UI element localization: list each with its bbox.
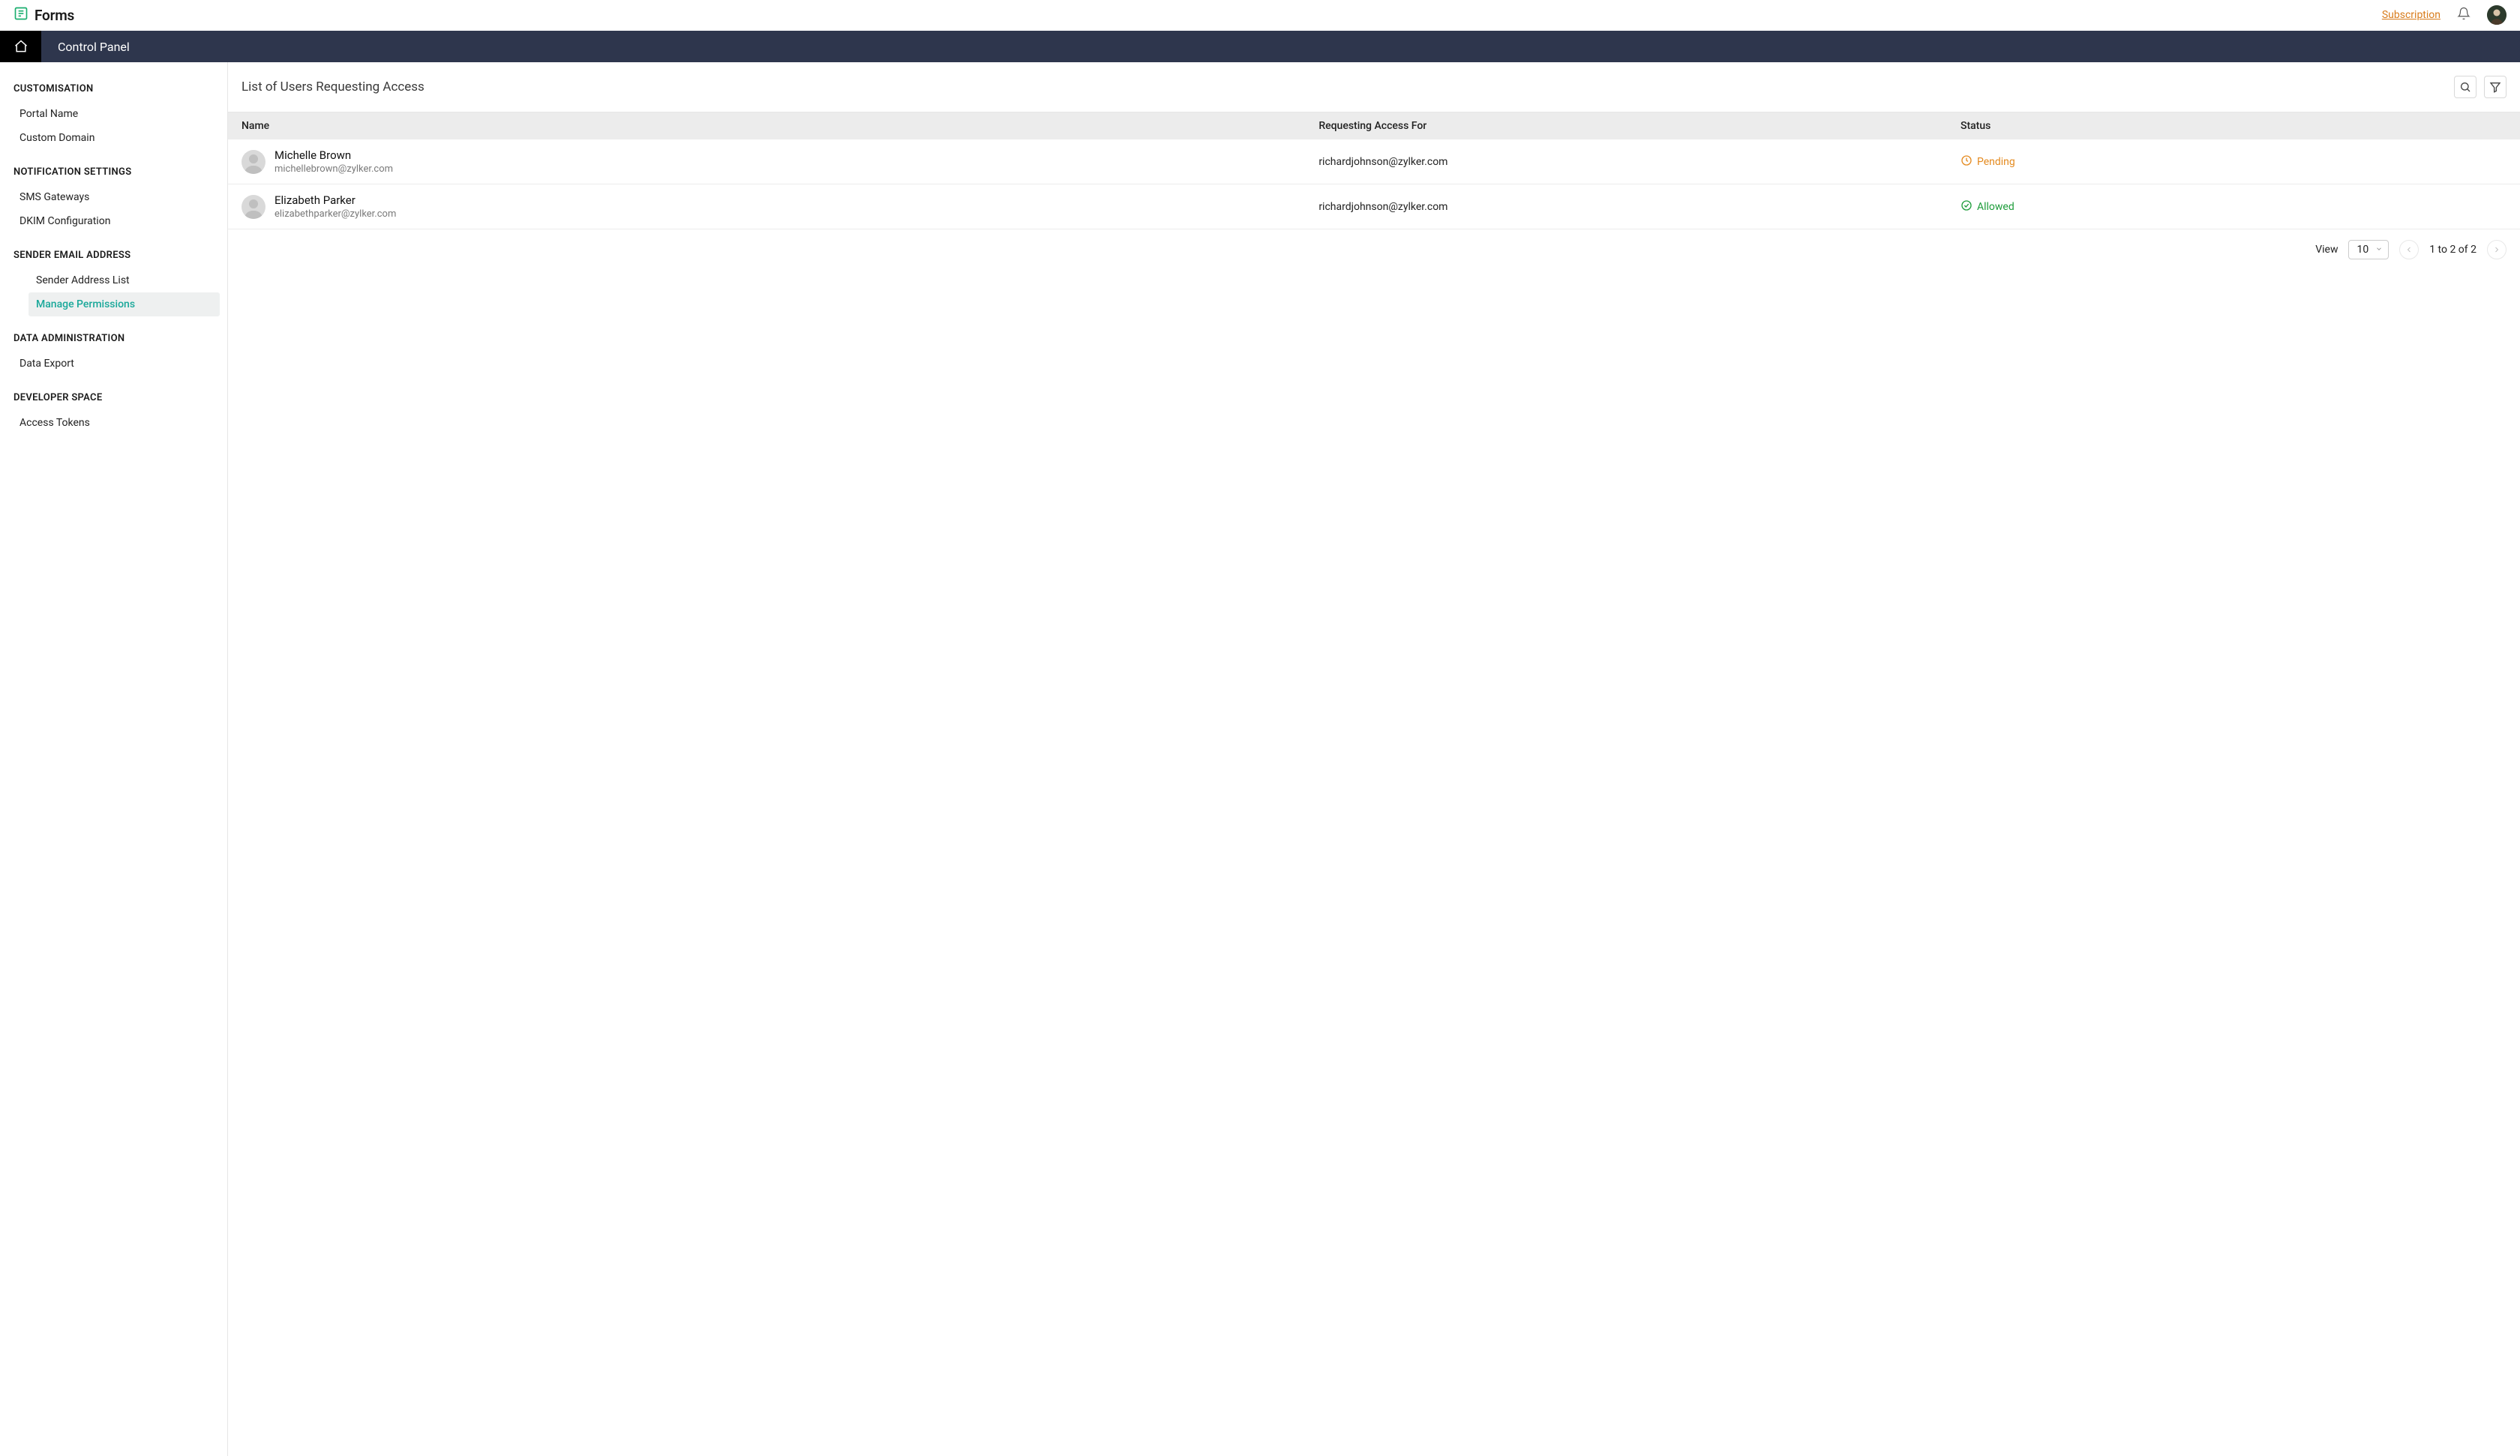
filter-button[interactable] bbox=[2484, 76, 2506, 98]
check-circle-icon bbox=[1960, 199, 1972, 214]
clock-icon bbox=[1960, 154, 1972, 169]
requesting-email: richardjohnson@zylker.com bbox=[1305, 139, 1947, 184]
page-size-value: 10 bbox=[2356, 244, 2368, 256]
table-row[interactable]: Elizabeth Parkerelizabethparker@zylker.c… bbox=[228, 184, 2520, 229]
user-avatar-icon bbox=[242, 150, 266, 174]
topbar: Forms Subscription bbox=[0, 0, 2520, 31]
header-bar: Control Panel bbox=[0, 31, 2520, 62]
section-title: SENDER EMAIL ADDRESS bbox=[0, 244, 227, 268]
search-button[interactable] bbox=[2454, 76, 2476, 98]
section-title: NOTIFICATION SETTINGS bbox=[0, 160, 227, 185]
requesting-email: richardjohnson@zylker.com bbox=[1305, 184, 1947, 229]
user-email: michellebrown@zylker.com bbox=[274, 163, 393, 175]
prev-page-button[interactable] bbox=[2399, 240, 2419, 259]
column-name: Name bbox=[228, 112, 1305, 139]
user-email: elizabethparker@zylker.com bbox=[274, 208, 396, 220]
home-button[interactable] bbox=[0, 31, 41, 62]
header-title: Control Panel bbox=[41, 31, 130, 62]
header-actions bbox=[2454, 76, 2506, 98]
user-avatar[interactable] bbox=[2487, 5, 2506, 25]
main: List of Users Requesting Access Name Req… bbox=[228, 62, 2520, 1456]
sidebar-item[interactable]: Manage Permissions bbox=[28, 292, 220, 316]
section-title: DEVELOPER SPACE bbox=[0, 386, 227, 411]
status-text: Pending bbox=[1977, 156, 2015, 168]
page-range: 1 to 2 of 2 bbox=[2429, 244, 2476, 256]
view-label: View bbox=[2315, 244, 2338, 256]
sidebar: CUSTOMISATIONPortal NameCustom Domain NOT… bbox=[0, 62, 228, 1456]
sidebar-item[interactable]: Custom Domain bbox=[0, 126, 227, 150]
column-status: Status bbox=[1947, 112, 2520, 139]
user-name: Elizabeth Parker bbox=[274, 193, 396, 207]
sidebar-item[interactable]: Sender Address List bbox=[0, 268, 227, 292]
main-header: List of Users Requesting Access bbox=[228, 62, 2520, 112]
page-title: List of Users Requesting Access bbox=[242, 79, 424, 94]
sidebar-item[interactable]: Portal Name bbox=[0, 102, 227, 126]
status-badge: Pending bbox=[1960, 154, 2506, 169]
table-footer: View 10 1 to 2 of 2 bbox=[228, 229, 2520, 270]
sidebar-item[interactable]: Data Export bbox=[0, 352, 227, 376]
forms-logo-icon bbox=[14, 6, 28, 24]
brand-name: Forms bbox=[34, 7, 74, 24]
column-requesting: Requesting Access For bbox=[1305, 112, 1947, 139]
status-text: Allowed bbox=[1977, 201, 2014, 213]
next-page-button[interactable] bbox=[2487, 240, 2506, 259]
user-name: Michelle Brown bbox=[274, 148, 393, 162]
section-title: CUSTOMISATION bbox=[0, 77, 227, 102]
section-title: DATA ADMINISTRATION bbox=[0, 327, 227, 352]
status-badge: Allowed bbox=[1960, 199, 2506, 214]
brand: Forms bbox=[14, 6, 74, 24]
page-size-select[interactable]: 10 bbox=[2348, 240, 2389, 259]
subscription-link[interactable]: Subscription bbox=[2382, 9, 2440, 21]
sidebar-item[interactable]: SMS Gateways bbox=[0, 185, 227, 209]
topbar-right: Subscription bbox=[2382, 5, 2506, 25]
table-row[interactable]: Michelle Brownmichellebrown@zylker.com ri… bbox=[228, 139, 2520, 184]
bell-icon[interactable] bbox=[2457, 7, 2470, 23]
sidebar-item[interactable]: Access Tokens bbox=[0, 411, 227, 435]
users-table: Name Requesting Access For Status Michel… bbox=[228, 112, 2520, 229]
sidebar-item[interactable]: DKIM Configuration bbox=[0, 209, 227, 233]
user-avatar-icon bbox=[242, 195, 266, 219]
